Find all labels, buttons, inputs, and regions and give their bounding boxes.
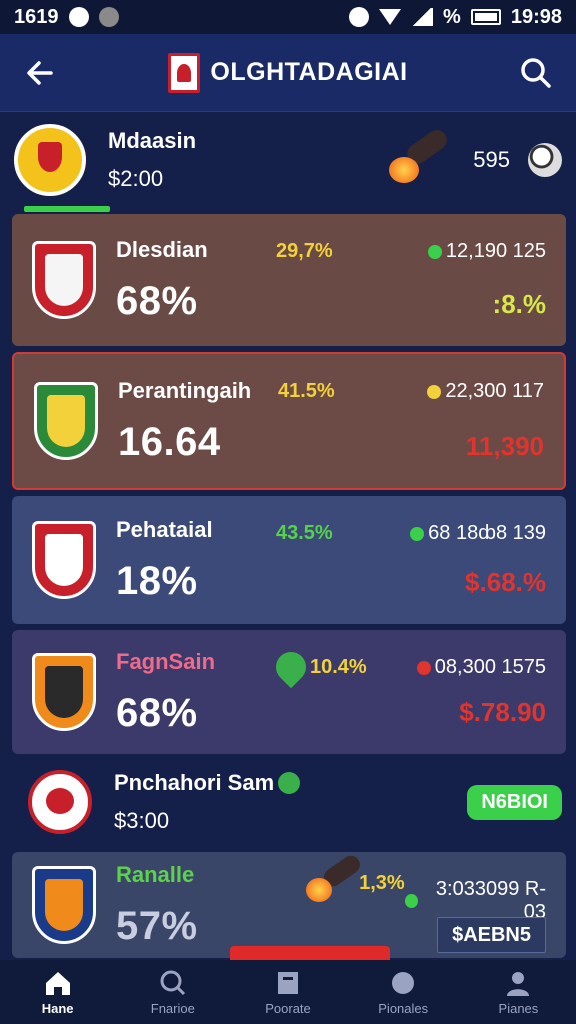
nav-profile[interactable]: Pianes: [461, 960, 576, 1024]
team-percent: 57%: [116, 903, 198, 948]
team-change: 1,3%: [359, 872, 405, 894]
search-icon: [521, 57, 551, 88]
team-card[interactable]: Perantingaih 16.64 41.5% 22,300 117 11,3…: [12, 352, 566, 490]
wifi-icon: [379, 9, 402, 25]
portfolio-icon: [278, 971, 298, 994]
status-dot-icon: [404, 894, 418, 908]
battery-icon: [470, 9, 501, 25]
red-indicator: [230, 946, 390, 960]
page-title: OLGHTADAGIAI: [210, 58, 408, 86]
team-delta: $.78.90: [459, 697, 546, 727]
status-dot-icon: [410, 526, 425, 541]
profile-icon: [507, 971, 530, 996]
nav-portfolio[interactable]: Poorate: [230, 960, 345, 1024]
notification-icon: [68, 7, 89, 27]
battery-percent: %: [443, 5, 461, 28]
summary-row[interactable]: Mdaasin $2:00 595: [14, 118, 562, 202]
nav-home[interactable]: Hane: [0, 960, 115, 1024]
app-header: OLGHTADAGIAI: [0, 34, 576, 112]
team-delta: $.68.%: [465, 567, 546, 597]
team-badge-icon: [32, 521, 96, 599]
team-card[interactable]: FagnSain 68% 10.4% 08,300 1575 $.78.90: [12, 630, 566, 754]
team-percent: 18%: [116, 558, 198, 603]
match-row[interactable]: Pnchahori Sam $3:00 N6BIOI: [14, 762, 562, 842]
search-button[interactable]: [516, 53, 556, 93]
team-stats: 22,300 117: [445, 380, 544, 402]
active-indicator: [24, 206, 110, 212]
nav-label: Pionales: [378, 1000, 429, 1016]
team-badge-icon: [32, 241, 96, 319]
nav-predictions[interactable]: Pionales: [346, 960, 461, 1024]
team-card[interactable]: Ranalle 57% 1,3% 3:033099 R-03 $AEBN5: [12, 852, 566, 958]
nav-label: Poorate: [265, 1000, 311, 1016]
team-name: Ranalle: [116, 861, 195, 887]
action-button[interactable]: N6BIOI: [467, 784, 562, 820]
team-change: 10.4%: [310, 655, 367, 678]
signal-icon: [411, 8, 434, 26]
row-name: Pnchahori Sam: [114, 770, 275, 795]
rocket-icon: [387, 126, 457, 185]
team-value: 16.64: [118, 419, 221, 464]
alarm-icon: [349, 7, 370, 27]
team-name: Pehataial: [116, 516, 213, 542]
status-bar: 1619 % 19:98: [0, 0, 576, 34]
team-name: Perantingaih: [118, 377, 252, 403]
team-badge-icon: [32, 866, 96, 944]
back-button[interactable]: [20, 53, 60, 93]
summary-price: $2:00: [108, 166, 164, 191]
team-change: 41.5%: [278, 380, 335, 402]
rocket-icon: [306, 852, 364, 910]
team-stats: 12,190 125: [445, 240, 546, 262]
team-percent: 68%: [116, 278, 198, 323]
team-badge-icon: [32, 653, 96, 731]
home-icon: [45, 971, 70, 995]
team-delta: 11,390: [465, 431, 544, 461]
summary-value: 595: [473, 147, 510, 172]
status-time: 1619: [14, 5, 59, 28]
nav-favorites[interactable]: Fnarioe: [115, 960, 230, 1024]
status-clock: 19:98: [510, 5, 562, 28]
header-title-group: OLGHTADAGIAI: [60, 52, 516, 93]
club-crest-icon: [14, 124, 86, 196]
football-icon[interactable]: [528, 143, 562, 177]
team-change: 29,7%: [276, 240, 333, 262]
status-dot-icon: [416, 660, 431, 675]
bottom-navigation: Hane Fnarioe Poorate Pionales Pianes: [0, 960, 576, 1024]
team-name: FagnSain: [116, 648, 216, 674]
ball-icon: [392, 971, 415, 994]
team-stats: 68 18ȸ8 139: [428, 522, 546, 544]
team-badge-icon: [34, 382, 98, 460]
team-card[interactable]: Dlesdian 68% 29,7% 12,190 125 :8.%: [12, 214, 566, 346]
team-delta: :8.%: [492, 289, 546, 319]
club-logo-icon: [168, 52, 201, 93]
app-notification-icon: [98, 7, 119, 27]
value-box[interactable]: $AEBN5: [437, 917, 546, 953]
search-stats-icon: [160, 970, 185, 995]
status-dot-icon: [427, 384, 442, 399]
team-stats: 08,300 1575: [434, 656, 546, 678]
nav-label: Pianes: [498, 1000, 539, 1016]
row-price: $3:00: [114, 808, 170, 833]
summary-name: Mdaasin: [108, 128, 197, 153]
back-arrow-icon: [27, 60, 53, 85]
status-dot-icon: [427, 244, 442, 259]
team-change-group: 10.4%: [269, 645, 396, 689]
team-card[interactable]: Pehataial 18% 43.5% 68 18ȸ8 139 $.68.%: [12, 496, 566, 624]
location-pin-icon: [269, 645, 313, 689]
team-name: Dlesdian: [116, 236, 208, 262]
badge-icon: [278, 772, 301, 794]
nav-label: Fnarioe: [150, 1000, 195, 1016]
nav-label: Hane: [41, 1000, 74, 1016]
club-crest-icon: [28, 770, 92, 834]
team-change: 43.5%: [276, 522, 333, 544]
team-percent: 68%: [116, 690, 198, 735]
